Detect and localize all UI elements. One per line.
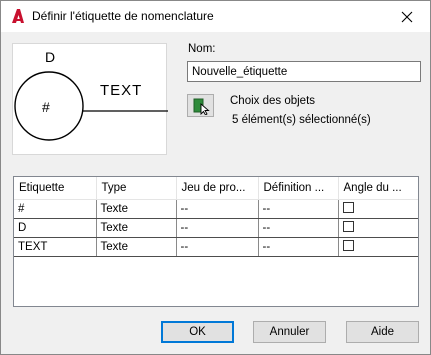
column-header-type[interactable]: Type [96,177,177,200]
column-header-jeu-de-proprietes[interactable]: Jeu de pro... [176,177,259,200]
cell-etiquette[interactable]: D [14,218,97,238]
column-header-definition[interactable]: Définition ... [258,177,339,200]
column-header-etiquette[interactable]: Etiquette [14,177,97,200]
cell-definition[interactable]: -- [258,198,339,219]
nom-label: Nom: [188,43,216,55]
cell-angle[interactable] [338,237,418,257]
table-row[interactable]: D Texte -- -- [14,218,418,238]
cell-jeu[interactable]: -- [176,237,259,257]
cell-type[interactable]: Texte [96,218,177,238]
select-objects-icon [193,98,210,115]
select-objects-button[interactable] [187,94,214,117]
cell-etiquette[interactable]: TEXT [14,237,97,257]
selection-count-text: 5 élément(s) sélectionné(s) [232,114,371,126]
column-header-angle[interactable]: Angle du ... [338,177,418,200]
table-row[interactable]: TEXT Texte -- -- [14,237,418,257]
close-button[interactable] [384,1,430,32]
angle-checkbox[interactable] [342,201,354,213]
preview-label-top: D [45,49,55,65]
autocad-logo-icon [11,8,25,24]
cell-angle[interactable] [338,198,418,219]
nom-input[interactable] [187,61,421,82]
cell-definition[interactable]: -- [258,237,339,257]
help-button[interactable]: Aide [346,321,419,343]
preview-label-right: TEXT [100,82,142,99]
ok-button[interactable]: OK [161,321,234,343]
select-objects-label: Choix des objets [230,95,316,107]
cell-angle[interactable] [338,218,418,238]
cell-type[interactable]: Texte [96,198,177,219]
attribute-grid: Etiquette Type Jeu de pro... Définition … [13,176,419,307]
label-preview: D # TEXT [12,43,168,155]
preview-label-center: # [42,99,50,115]
cell-etiquette[interactable]: # [14,198,97,219]
cancel-button[interactable]: Annuler [253,321,326,343]
cell-definition[interactable]: -- [258,218,339,238]
dialog-window: Définir l'étiquette de nomenclature D # … [0,0,431,355]
cell-jeu[interactable]: -- [176,218,259,238]
cell-jeu[interactable]: -- [176,198,259,219]
table-row[interactable]: # Texte -- -- [14,198,418,219]
angle-checkbox[interactable] [342,239,354,251]
angle-checkbox[interactable] [342,220,354,232]
cell-type[interactable]: Texte [96,237,177,257]
title-bar: Définir l'étiquette de nomenclature [1,1,430,32]
window-title: Définir l'étiquette de nomenclature [32,9,214,23]
close-icon [401,11,413,22]
